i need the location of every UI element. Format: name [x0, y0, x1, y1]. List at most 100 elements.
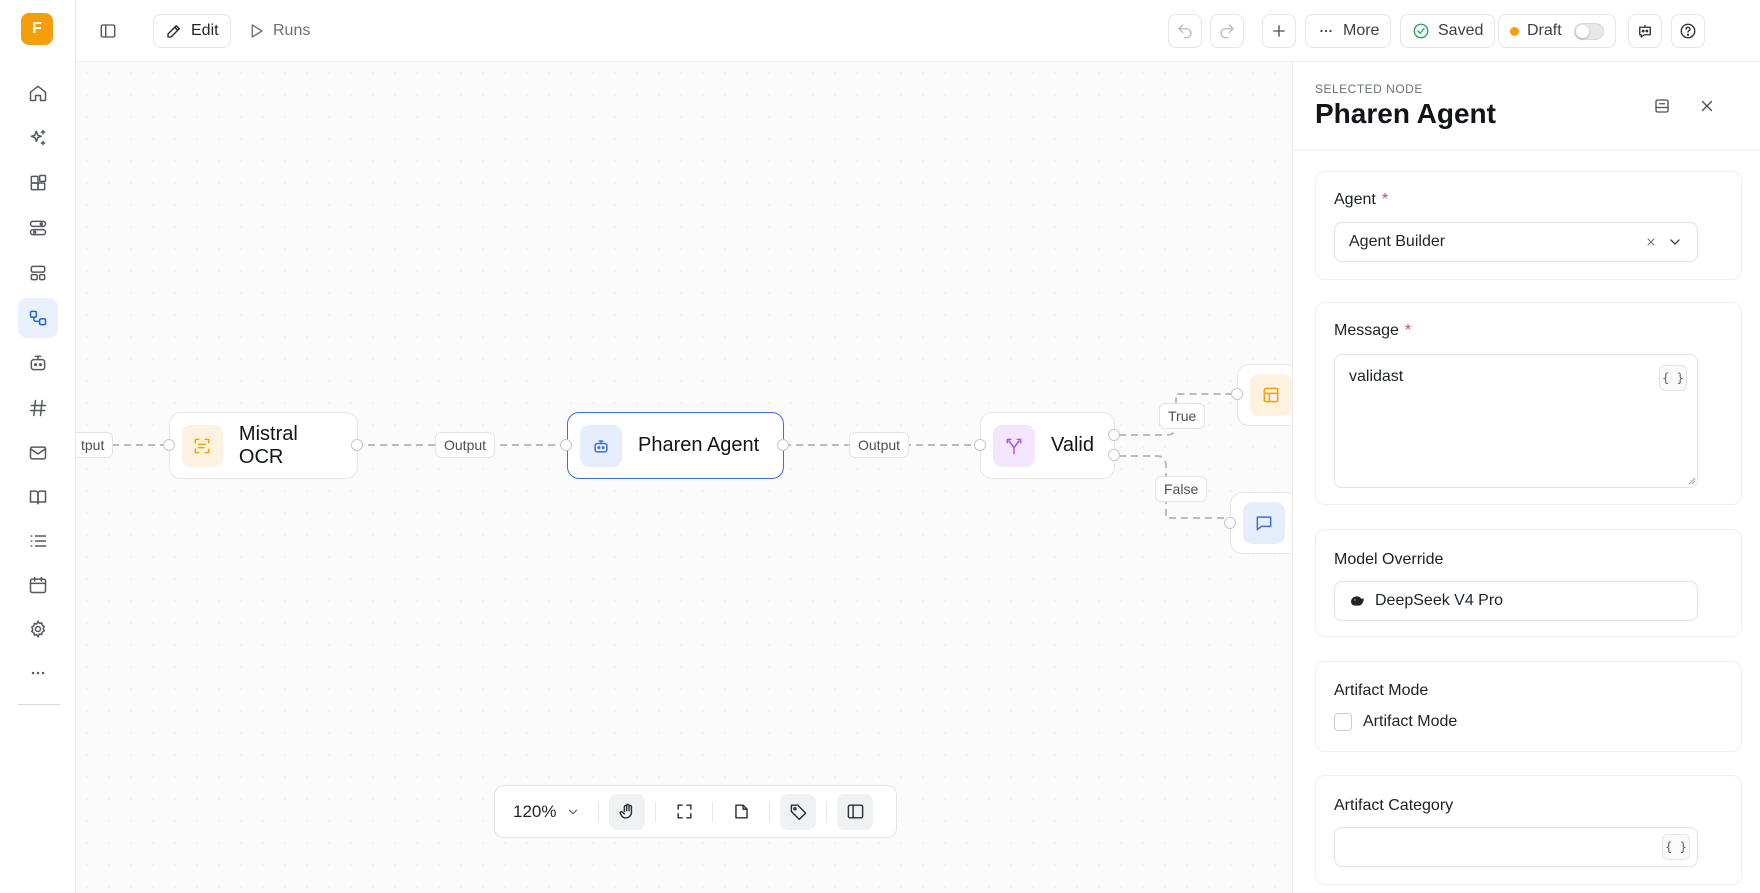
labels-toggle-button[interactable]	[780, 793, 817, 830]
draft-toggle[interactable]: Draft	[1498, 14, 1616, 48]
artifact-mode-checkbox-label: Artifact Mode	[1363, 713, 1458, 730]
redo-button[interactable]	[1210, 14, 1244, 48]
book-icon[interactable]	[18, 477, 58, 517]
help-button[interactable]	[1671, 14, 1705, 48]
model-override-label: Model Override	[1334, 551, 1444, 568]
workspace-logo[interactable]: F	[21, 13, 53, 45]
assistant-button[interactable]	[1628, 14, 1662, 48]
workflows-icon[interactable]	[18, 298, 58, 338]
output-handle[interactable]	[777, 439, 789, 451]
artifact-mode-checkbox-row[interactable]: Artifact Mode	[1334, 713, 1457, 731]
pan-tool-button[interactable]	[609, 793, 646, 830]
agent-select-value: Agent Builder	[1349, 233, 1446, 250]
toolbar-divider	[769, 801, 771, 822]
calendar-icon[interactable]	[18, 565, 58, 605]
node-message-partial[interactable]	[1230, 492, 1292, 554]
input-handle[interactable]	[1231, 388, 1243, 400]
panel-title: Pharen Agent	[1315, 98, 1496, 129]
integrations-icon[interactable]	[18, 208, 58, 248]
scan-text-icon	[182, 424, 223, 467]
more-horizontal-icon[interactable]	[18, 653, 58, 693]
blocks-icon[interactable]	[18, 163, 58, 203]
settings-icon[interactable]	[18, 609, 58, 649]
table-icon	[1250, 374, 1292, 416]
edge-label-output-left: tput	[76, 432, 114, 458]
required-marker: *	[1381, 191, 1389, 208]
model-override-card: Model Override DeepSeek V4 Pro	[1315, 529, 1742, 637]
sparkles-icon[interactable]	[18, 118, 58, 158]
top-bar: Edit Runs More Saved Draft	[76, 0, 1760, 62]
split-icon	[993, 424, 1035, 467]
input-handle[interactable]	[974, 439, 986, 451]
agent-field-card: Agent * Agent Builder	[1315, 171, 1742, 280]
message-field-card: Message * validast { }	[1315, 302, 1742, 505]
message-square-icon	[1243, 502, 1285, 544]
chevron-down-icon	[569, 809, 578, 814]
sticky-note-icon	[735, 804, 748, 819]
node-mistral-ocr[interactable]: Mistral OCR	[169, 412, 358, 479]
input-handle[interactable]	[1224, 517, 1236, 529]
node-title: Valid	[1051, 434, 1094, 456]
output-handle[interactable]	[351, 439, 363, 451]
artifact-category-input[interactable]	[1334, 827, 1698, 867]
draft-toggle-label: Draft	[1527, 22, 1562, 39]
zoom-level: 120%	[513, 801, 557, 821]
close-panel-button[interactable]	[1693, 92, 1721, 120]
hand-icon	[619, 803, 633, 819]
input-handle[interactable]	[560, 439, 572, 451]
maximize-icon	[677, 804, 692, 819]
required-marker: *	[1404, 322, 1412, 339]
toolbar-divider	[598, 801, 600, 822]
add-node-button[interactable]	[1262, 14, 1296, 48]
layout-icon[interactable]	[18, 253, 58, 293]
redo-icon	[1220, 24, 1234, 39]
rail-divider	[18, 704, 60, 705]
edge-label-false: False	[1155, 476, 1208, 502]
panel-layout-button[interactable]	[1648, 92, 1676, 120]
node-table-partial[interactable]	[1237, 364, 1292, 426]
model-override-select[interactable]: DeepSeek V4 Pro	[1334, 581, 1698, 621]
more-button[interactable]: More	[1305, 14, 1392, 48]
toolbar-divider	[655, 801, 657, 822]
workflow-canvas[interactable]: tput Mistral OCR Output Pharen Agent Out…	[76, 62, 1292, 893]
edit-icon	[167, 25, 180, 38]
agent-select[interactable]: Agent Builder	[1334, 222, 1698, 262]
undo-button[interactable]	[1168, 14, 1202, 48]
message-label-text: Message	[1334, 322, 1399, 339]
hash-icon[interactable]	[18, 388, 58, 428]
true-output-handle[interactable]	[1108, 429, 1120, 441]
node-title: Mistral OCR	[238, 422, 298, 468]
false-output-handle[interactable]	[1108, 449, 1120, 461]
node-config-panel: SELECTED NODE Pharen Agent Agent * Agent …	[1292, 62, 1760, 893]
artifact-mode-label: Artifact Mode	[1334, 682, 1429, 699]
bot-icon[interactable]	[18, 343, 58, 383]
logo-letter: F	[32, 20, 42, 37]
note-button[interactable]	[723, 794, 759, 830]
resize-handle-icon[interactable]	[1686, 475, 1696, 485]
deepseek-whale-icon	[1351, 596, 1364, 606]
draft-switch[interactable]	[1573, 22, 1604, 40]
runs-tab[interactable]: Runs	[236, 14, 321, 48]
list-icon[interactable]	[18, 521, 58, 561]
insert-variable-button[interactable]: { }	[1659, 365, 1687, 391]
edit-tab[interactable]: Edit	[153, 14, 231, 48]
toggle-panel-button[interactable]	[837, 793, 874, 830]
artifact-mode-card: Artifact Mode Artifact Mode	[1315, 661, 1742, 752]
insert-variable-button[interactable]: { }	[1662, 834, 1690, 860]
edge-label-output: Output	[849, 432, 910, 458]
artifact-mode-checkbox[interactable]	[1334, 713, 1352, 731]
artifact-category-card: Artifact Category { }	[1315, 775, 1742, 885]
mail-icon[interactable]	[18, 433, 58, 473]
node-pharen-agent[interactable]: Pharen Agent	[567, 412, 784, 479]
message-textarea[interactable]: validast	[1334, 354, 1698, 488]
zoom-select[interactable]: 120%	[505, 802, 588, 822]
home-icon[interactable]	[18, 73, 58, 113]
toolbar-divider	[712, 801, 714, 822]
node-valid[interactable]: Valid	[980, 412, 1115, 479]
input-handle[interactable]	[163, 439, 175, 451]
fit-view-button[interactable]	[666, 794, 702, 830]
toggle-sidebar-button[interactable]	[88, 14, 128, 48]
clear-icon[interactable]	[1645, 236, 1657, 248]
play-icon	[251, 24, 263, 38]
panel-header: SELECTED NODE Pharen Agent	[1293, 62, 1760, 151]
